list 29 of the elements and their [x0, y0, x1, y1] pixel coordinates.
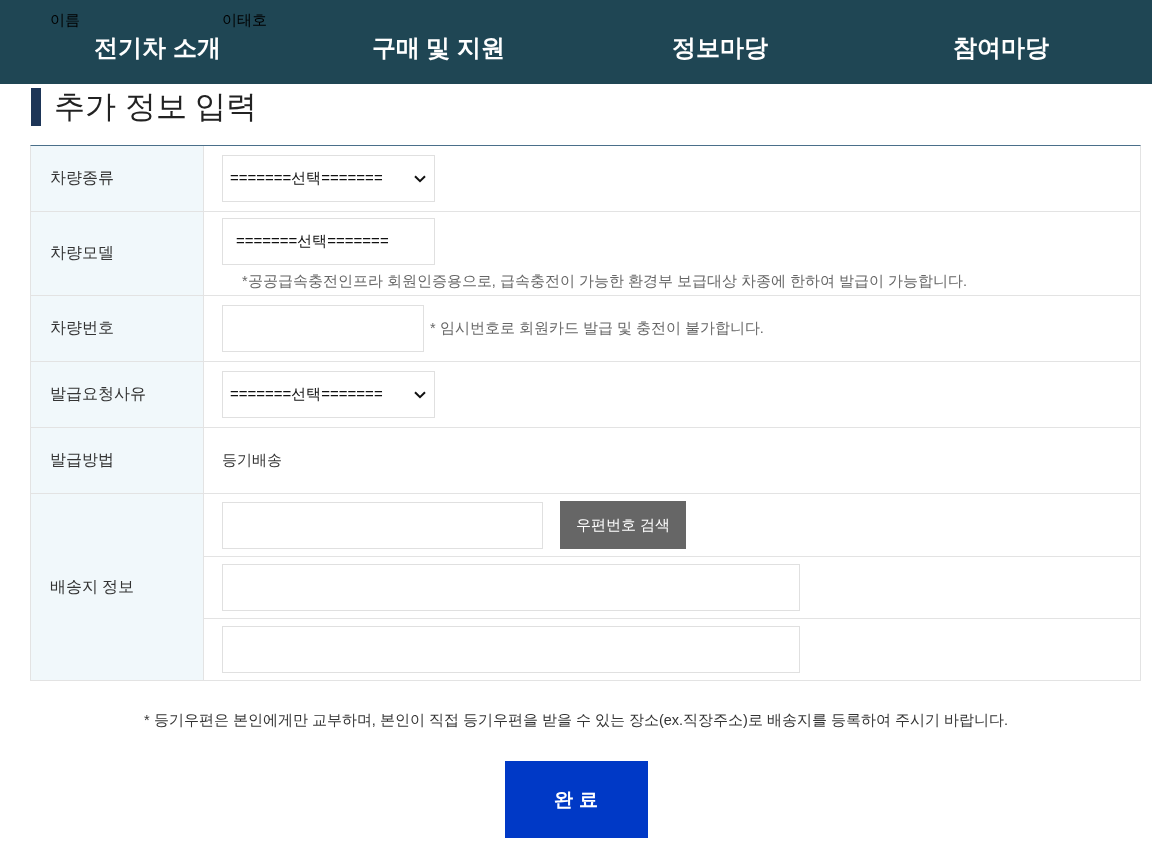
form-label-cell: 발급방법 — [31, 428, 204, 493]
chevron-down-icon — [414, 174, 426, 183]
nav-menu-item[interactable]: 정보마당 — [579, 32, 860, 64]
footer-note: * 등기우편은 본인에게만 교부하며, 본인이 직접 등기우편을 받을 수 있는 장소(ex.직장주소)로 배송지를 등록하여 주시기 바랍니다. — [143, 711, 1009, 730]
form-note: * 임시번호로 회원카드 발급 및 충전이 불가합니다. — [430, 319, 764, 338]
nav-menu-item[interactable]: 구매 및 지원 — [298, 32, 579, 64]
select-field[interactable]: =======선택======= — [222, 218, 435, 265]
section-title: 추가 정보 입력 — [54, 88, 258, 126]
select-field[interactable]: =======선택======= — [222, 371, 435, 418]
name-label: 이름 — [50, 10, 81, 30]
text-input-field[interactable] — [222, 305, 424, 352]
submit-button[interactable]: 완 료 — [504, 761, 648, 838]
form-label-cell: 배송지 정보 — [31, 494, 204, 680]
select-field[interactable]: =======선택======= — [222, 155, 435, 202]
form-label-cell: 차량번호 — [31, 296, 204, 361]
address-input-field[interactable] — [222, 626, 800, 673]
nav-menu-item[interactable]: 전기차 소개 — [17, 32, 298, 64]
postcode-input-field[interactable] — [222, 501, 543, 549]
form-label-cell: 차량모델 — [31, 212, 204, 295]
form-label-cell: 차량종류 — [31, 146, 204, 211]
nav-menu-item[interactable]: 참여마당 — [860, 32, 1141, 64]
title-bar-icon — [31, 88, 41, 126]
form-label-cell: 발급요청사유 — [31, 362, 204, 427]
name-value: 이태호 — [222, 10, 267, 30]
form-note: *공공급속충전인프라 회원인증용으로, 급속충전이 가능한 환경부 보급대상 차종에 한하여 발급이 가능합니다. — [242, 272, 967, 291]
postcode-search-button[interactable]: 우편번호 검색 — [560, 501, 686, 549]
address-input-field[interactable] — [222, 564, 800, 611]
chevron-down-icon — [414, 390, 426, 399]
field-value: 등기배송 — [222, 451, 282, 470]
